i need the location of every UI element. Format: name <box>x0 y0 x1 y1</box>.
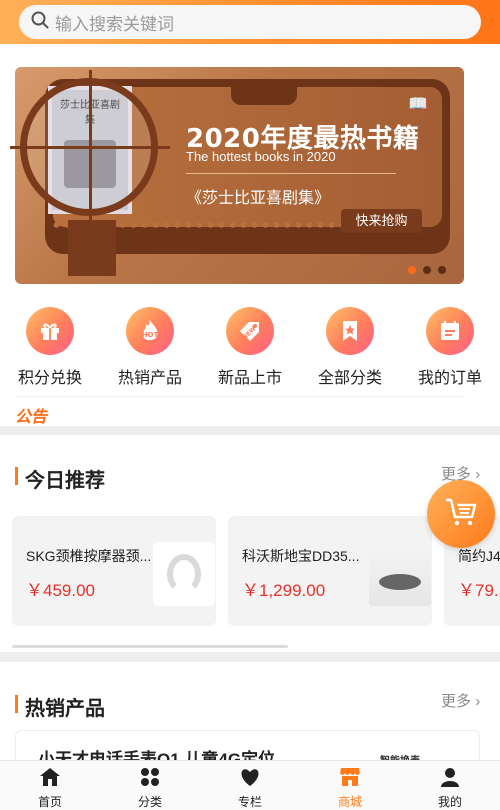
section-accent-bar <box>15 467 18 485</box>
nav-label: 全部分类 <box>317 370 382 387</box>
product-card[interactable]: SKG颈椎按摩器颈... ￥459.00 <box>12 516 216 626</box>
nav-item-points-exchange[interactable]: 积分兑换 <box>10 307 90 388</box>
product-price: ￥1,299.00 <box>242 581 326 600</box>
nav-label: 新品上市 <box>217 370 282 387</box>
notice-label[interactable]: 公告 <box>15 403 47 427</box>
product-name: 简约J4 <box>458 548 500 564</box>
tab-column[interactable]: 专栏 <box>220 765 280 810</box>
user-icon <box>438 765 462 789</box>
nav-label: 积分兑换 <box>17 370 82 387</box>
floating-cart-button[interactable] <box>427 480 495 548</box>
tab-category[interactable]: 分类 <box>120 765 180 810</box>
pager-dot[interactable] <box>438 266 446 274</box>
hot-section-title: 热销产品 <box>25 698 105 720</box>
nav-item-new-arrivals[interactable]: NEW 新品上市 <box>210 307 290 388</box>
product-price: ￥79. <box>458 581 499 600</box>
pager-dot[interactable] <box>408 266 416 274</box>
section-gap <box>0 652 500 662</box>
crosshair-vertical <box>89 70 92 226</box>
hot-more-link[interactable]: 更多 › <box>441 690 480 711</box>
tab-mine[interactable]: 我的 <box>420 765 480 810</box>
more-label: 更多 <box>441 693 472 710</box>
bottom-tab-bar: 首页 分类 专栏 商城 我的 <box>0 760 500 810</box>
heart-icon <box>238 765 262 789</box>
banner-subtitle: The hottest books in 2020 <box>186 149 336 164</box>
star-bookmark-icon <box>326 307 374 355</box>
nav-item-all-categories[interactable]: 全部分类 <box>310 307 390 388</box>
category-icon <box>138 765 162 789</box>
magnifier-handle-graphic <box>68 220 116 276</box>
pager-dot[interactable] <box>423 266 431 274</box>
product-image-neck-massager <box>153 542 215 606</box>
order-calendar-icon <box>426 307 474 355</box>
product-image-robot-vacuum <box>369 542 431 606</box>
open-book-icon: 📖 <box>408 96 428 113</box>
home-icon <box>38 765 62 789</box>
chevron-right-icon: › <box>475 693 481 710</box>
tab-label: 专栏 <box>237 795 262 809</box>
product-name: 科沃斯地宝DD35... <box>242 548 360 564</box>
banner-pager[interactable] <box>408 266 446 274</box>
horizontal-scrollbar[interactable] <box>12 645 288 648</box>
section-accent-bar <box>15 695 18 713</box>
quick-nav: 积分兑换 HOT 热销产品 NEW 新品上市 全部分类 我的订单 <box>0 307 500 387</box>
product-price: ￥459.00 <box>26 581 95 600</box>
svg-text:HOT: HOT <box>142 331 159 339</box>
new-tag-icon: NEW <box>226 307 274 355</box>
tab-label: 首页 <box>37 795 62 809</box>
shop-icon <box>338 765 362 789</box>
nav-item-my-orders[interactable]: 我的订单 <box>410 307 490 388</box>
product-name: SKG颈椎按摩器颈... <box>26 548 150 564</box>
nav-item-hot-products[interactable]: HOT 热销产品 <box>110 307 190 388</box>
banner-divider <box>186 173 396 174</box>
tab-home[interactable]: 首页 <box>20 765 80 810</box>
search-icon <box>31 11 49 34</box>
buy-now-button[interactable]: 快来抢购 <box>341 209 422 233</box>
nav-label: 热销产品 <box>117 370 182 387</box>
hot-icon: HOT <box>126 307 174 355</box>
chevron-right-icon: › <box>475 466 481 483</box>
today-section-title: 今日推荐 <box>25 470 105 492</box>
product-card[interactable]: 科沃斯地宝DD35... ￥1,299.00 <box>228 516 432 626</box>
gift-icon <box>26 307 74 355</box>
banner-book-name: 《莎士比亚喜剧集》 <box>186 190 331 207</box>
search-bar[interactable]: 输入搜索关键词 <box>19 5 481 39</box>
nav-label: 我的订单 <box>417 370 482 387</box>
tab-label: 分类 <box>137 795 162 809</box>
top-bar: 输入搜索关键词 <box>0 0 500 44</box>
tab-label: 商城 <box>337 795 362 809</box>
section-gap <box>0 426 500 435</box>
cart-icon <box>444 497 478 532</box>
divider <box>15 396 464 397</box>
search-placeholder: 输入搜索关键词 <box>55 14 174 34</box>
tab-label: 我的 <box>437 795 462 809</box>
tab-shop[interactable]: 商城 <box>320 765 380 810</box>
